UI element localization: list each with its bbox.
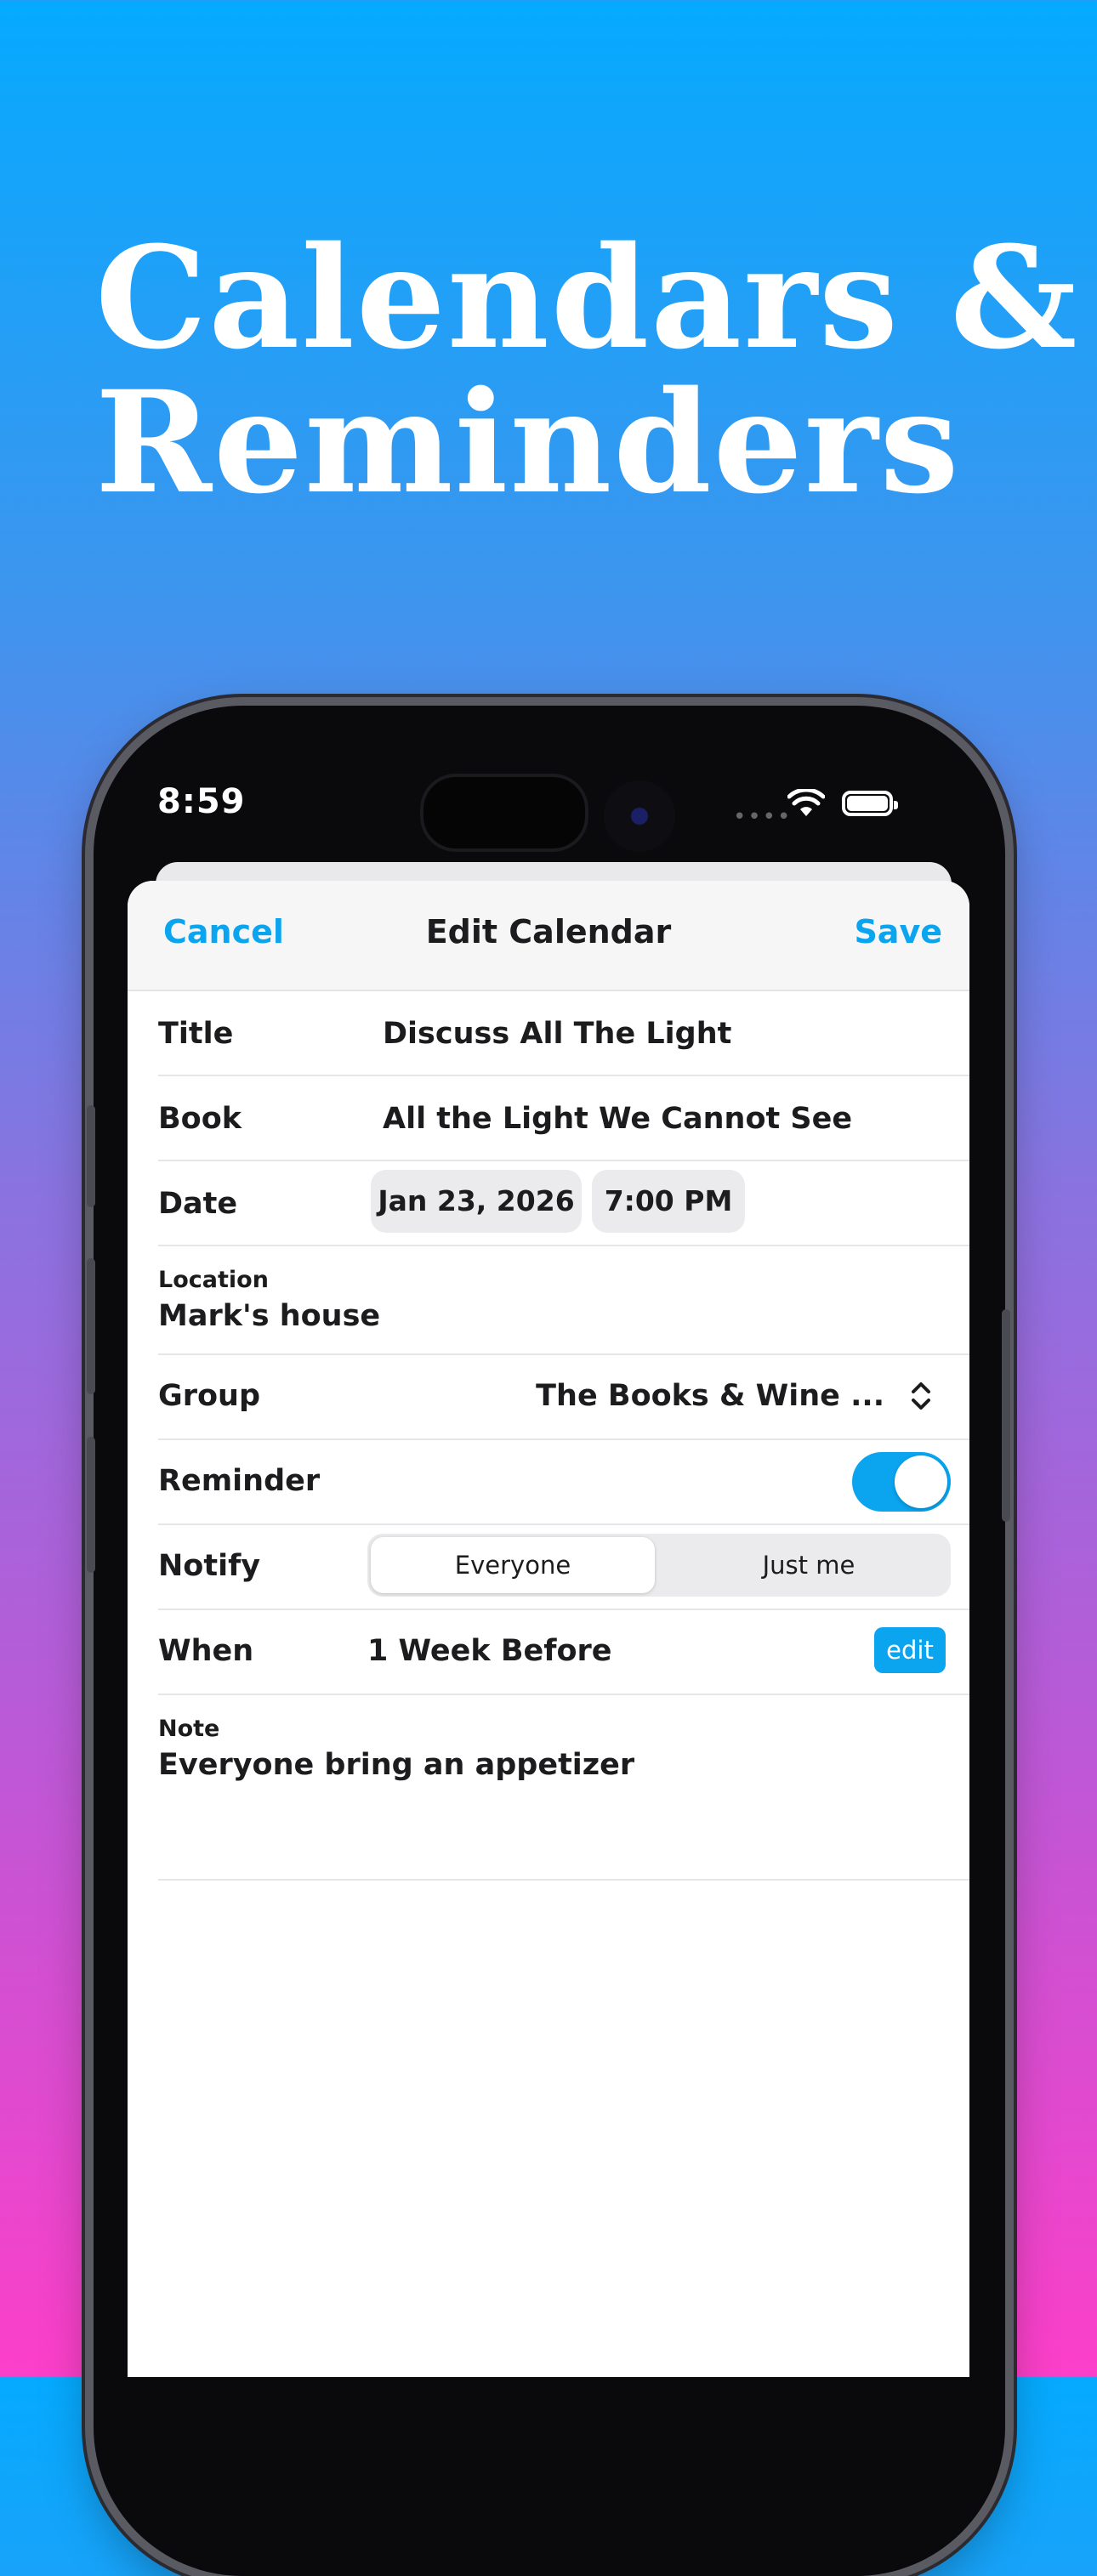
notify-row: Notify Everyone Just me bbox=[158, 1523, 969, 1610]
date-picker-button[interactable]: Jan 23, 2026 bbox=[371, 1170, 582, 1233]
headline-line-2: Reminders bbox=[95, 360, 961, 525]
location-row[interactable]: Location Mark's house bbox=[158, 1245, 969, 1355]
notify-segmented-control: Everyone Just me bbox=[367, 1534, 951, 1597]
notify-option-just-me[interactable]: Just me bbox=[667, 1537, 951, 1593]
nav-title: Edit Calendar bbox=[425, 913, 672, 950]
book-row[interactable]: Book All the Light We Cannot See bbox=[158, 1075, 969, 1161]
reminder-toggle[interactable] bbox=[852, 1452, 951, 1512]
note-row[interactable]: Note Everyone bring an appetizer bbox=[158, 1694, 969, 1881]
camera-icon bbox=[604, 780, 675, 852]
location-label: Location bbox=[158, 1267, 269, 1293]
when-value: 1 Week Before bbox=[367, 1634, 612, 1668]
when-label: When bbox=[158, 1634, 254, 1668]
reminder-row: Reminder bbox=[158, 1438, 969, 1525]
battery-icon bbox=[842, 791, 898, 816]
nav-bar: Cancel Edit Calendar Save bbox=[128, 881, 969, 991]
note-label: Note bbox=[158, 1716, 220, 1742]
signal-icon: •••• bbox=[733, 804, 793, 830]
title-row[interactable]: Title Discuss All The Light bbox=[158, 990, 969, 1076]
edit-calendar-sheet: Cancel Edit Calendar Save Title Discuss … bbox=[128, 881, 969, 2377]
group-label: Group bbox=[158, 1379, 261, 1413]
headline: Calendars & Reminders bbox=[95, 225, 1078, 514]
dynamic-island bbox=[420, 774, 588, 852]
book-label: Book bbox=[158, 1102, 242, 1136]
phone-side-button bbox=[87, 1258, 95, 1394]
status-time: 8:59 bbox=[157, 782, 246, 821]
date-label: Date bbox=[158, 1187, 238, 1221]
book-field[interactable]: All the Light We Cannot See bbox=[383, 1102, 852, 1136]
phone-power-button bbox=[1002, 1309, 1010, 1522]
notify-label: Notify bbox=[158, 1549, 261, 1583]
group-picker[interactable]: The Books & Wine ... bbox=[536, 1379, 884, 1413]
location-field[interactable]: Mark's house bbox=[158, 1299, 380, 1333]
wifi-icon bbox=[787, 789, 825, 816]
phone-side-button bbox=[87, 1437, 95, 1573]
save-button[interactable]: Save bbox=[854, 913, 942, 950]
toggle-knob bbox=[895, 1455, 947, 1508]
title-field[interactable]: Discuss All The Light bbox=[383, 1017, 731, 1051]
chevron-up-down-icon[interactable] bbox=[910, 1381, 932, 1411]
reminder-label: Reminder bbox=[158, 1464, 321, 1498]
group-row[interactable]: Group The Books & Wine ... bbox=[158, 1353, 969, 1440]
note-field[interactable]: Everyone bring an appetizer bbox=[158, 1748, 634, 1782]
date-row: Date Jan 23, 2026 7:00 PM bbox=[158, 1160, 969, 1246]
time-picker-button[interactable]: 7:00 PM bbox=[592, 1170, 745, 1233]
when-row: When 1 Week Before edit bbox=[158, 1609, 969, 1695]
edit-button[interactable]: edit bbox=[874, 1627, 946, 1673]
headline-line-1: Calendars & bbox=[95, 215, 1079, 380]
notify-option-everyone[interactable]: Everyone bbox=[371, 1537, 655, 1593]
phone-side-button bbox=[87, 1105, 95, 1207]
title-label: Title bbox=[158, 1017, 234, 1051]
